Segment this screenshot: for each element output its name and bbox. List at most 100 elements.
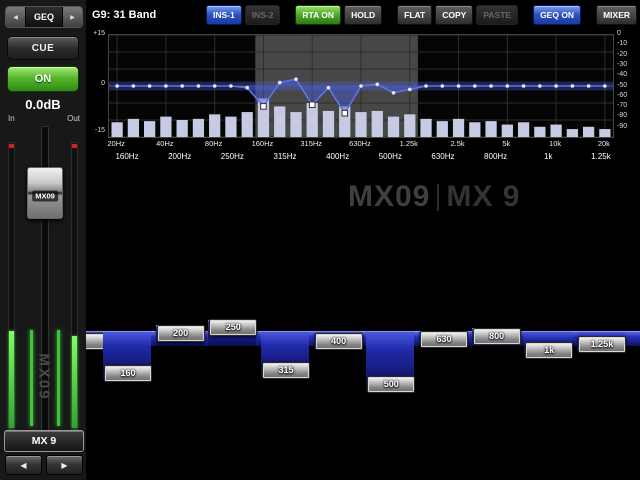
output-level-meter xyxy=(71,142,78,430)
band-fader-handle-630[interactable]: 630 xyxy=(420,331,468,348)
eq-band-dot xyxy=(115,84,119,88)
rta-axis-tick: -70 xyxy=(617,102,627,109)
eq-band-dot xyxy=(473,84,477,88)
meter-peak-segment xyxy=(72,144,77,148)
header-button-ins-1[interactable]: INS-1 xyxy=(206,5,242,25)
header-button-flat[interactable]: FLAT xyxy=(397,5,432,25)
eq-band-dot xyxy=(408,88,412,92)
meter-in-label: In xyxy=(8,114,15,123)
rta-axis-tick: -30 xyxy=(617,61,627,68)
rta-axis-tick: -80 xyxy=(617,112,627,119)
eq-band-dot xyxy=(457,84,461,88)
frequency-axis-tick: 630Hz xyxy=(349,139,371,148)
rta-axis-tick: -20 xyxy=(617,51,627,58)
band-fader-handle-800[interactable]: 800 xyxy=(473,328,521,345)
meter-level-fill xyxy=(9,331,14,428)
eq-band-square-handle[interactable] xyxy=(342,110,348,116)
band-fader-handle-1k[interactable]: 1k xyxy=(525,342,573,359)
watermark-channel-name: MX 9 xyxy=(446,180,520,214)
rta-axis-tick: -90 xyxy=(617,123,627,130)
frequency-axis-tick: 5k xyxy=(502,139,510,148)
top-toolbar: G9: 31 Band INS-1INS-2RTA ONHOLDFLATCOPY… xyxy=(86,0,640,30)
eq-band-dot xyxy=(587,84,591,88)
eq-band-dot xyxy=(424,84,428,88)
band-fader-handle-1.25k[interactable]: 1.25k xyxy=(578,336,626,353)
eq-band-dot xyxy=(506,84,510,88)
meter-peak-segment xyxy=(9,144,14,148)
band-column-label: 315Hz xyxy=(273,152,296,161)
frequency-axis-tick: 10k xyxy=(549,139,561,148)
channel-on-button[interactable]: ON xyxy=(7,66,79,92)
channel-id-watermark: MX09 xyxy=(36,353,53,400)
eq-band-dot xyxy=(229,84,233,88)
frequency-axis-tick: 2.5k xyxy=(450,139,464,148)
channel-fader-handle[interactable]: MX09 xyxy=(27,167,63,219)
frequency-axis-tick: 315Hz xyxy=(300,139,322,148)
band-column-label: 630Hz xyxy=(431,152,454,161)
geq-next-arrow-icon[interactable]: ▶ xyxy=(63,7,82,27)
eq-axis-tick: 0 xyxy=(85,80,105,87)
eq-band-dot xyxy=(278,81,282,85)
eq-band-dot xyxy=(164,84,168,88)
eq-band-dot xyxy=(180,84,184,88)
band-fader-handle-315[interactable]: 315 xyxy=(262,362,310,379)
rta-axis-tick: -40 xyxy=(617,71,627,78)
band-column-label: 1k xyxy=(544,152,552,161)
geq-selector: ◀ GEQ ▶ xyxy=(5,6,83,28)
band-fader-handle-160[interactable]: 160 xyxy=(104,365,152,382)
eq-band-dot xyxy=(359,84,363,88)
eq-band-dot xyxy=(538,84,542,88)
channel-color-bar-right xyxy=(57,330,60,426)
header-button-ins-2: INS-2 xyxy=(245,5,281,25)
geq-band-fader-area: MX09 MX 9 160 200250 315 400 500 630 8001k 1.25… xyxy=(86,166,640,480)
eq-band-dot xyxy=(554,84,558,88)
meter-out-label: Out xyxy=(67,114,80,123)
header-button-paste: PASTE xyxy=(476,5,518,25)
eq-band-dot xyxy=(489,84,493,88)
eq-response-graph[interactable] xyxy=(108,34,614,138)
band-column-label: 200Hz xyxy=(168,152,191,161)
header-button-mixer[interactable]: MIXER xyxy=(596,5,637,25)
watermark-channel-id: MX09 xyxy=(348,180,430,214)
rta-axis-tick: -10 xyxy=(617,40,627,47)
rta-axis-tick: 0 xyxy=(617,30,621,37)
header-button-geq-on[interactable]: GEQ ON xyxy=(533,5,581,25)
header-button-hold[interactable]: HOLD xyxy=(344,5,382,25)
header-button-copy[interactable]: COPY xyxy=(435,5,473,25)
eq-band-square-handle[interactable] xyxy=(261,104,267,110)
eq-band-square-handle[interactable] xyxy=(309,102,315,108)
rta-axis-tick: -50 xyxy=(617,82,627,89)
frequency-axis-tick: 20Hz xyxy=(107,139,125,148)
eq-band-dot xyxy=(197,84,201,88)
eq-band-dot xyxy=(440,84,444,88)
geq-prev-arrow-icon[interactable]: ◀ xyxy=(6,7,25,27)
band-fader-handle-250[interactable]: 250 xyxy=(209,319,257,336)
frequency-axis-tick: 160Hz xyxy=(252,139,274,148)
eq-band-dot xyxy=(132,84,136,88)
frequency-axis-tick: 1.25k xyxy=(400,139,418,148)
header-button-rta-on[interactable]: RTA ON xyxy=(295,5,341,25)
band-column-label: 800Hz xyxy=(484,152,507,161)
band-column-label: 500Hz xyxy=(379,152,402,161)
toolbar-buttons: INS-1INS-2 RTA ONHOLD FLATCOPYPASTE GEQ ON M… xyxy=(206,5,637,25)
fader-channel-tag: MX09 xyxy=(32,191,58,202)
eq-band-dot xyxy=(392,91,396,95)
eq-band-dot xyxy=(327,86,331,90)
prev-channel-button[interactable]: ◀ xyxy=(5,455,42,475)
band-fader-handle-200[interactable]: 200 xyxy=(157,325,205,342)
eq-band-dot xyxy=(603,84,607,88)
channel-name-plate: MX 9 xyxy=(4,430,84,452)
eq-band-dot xyxy=(571,84,575,88)
frequency-axis-tick: 20k xyxy=(598,139,610,148)
geq-selector-label[interactable]: GEQ xyxy=(25,7,63,27)
eq-axis-tick: -15 xyxy=(85,127,105,134)
band-fader-handle-400[interactable]: 400 xyxy=(315,333,363,350)
geq-editor-window: ◀ GEQ ▶ CUE ON 0.0dB In Out MX09 MX09 MX… xyxy=(0,0,640,480)
band-column-label: 160Hz xyxy=(115,152,138,161)
band-fader-handle-500[interactable]: 500 xyxy=(367,376,415,393)
watermark-divider xyxy=(437,184,439,211)
eq-band-dot xyxy=(245,86,249,90)
next-channel-button[interactable]: ▶ xyxy=(46,455,83,475)
cue-button[interactable]: CUE xyxy=(7,36,79,60)
eq-band-dot xyxy=(148,84,152,88)
